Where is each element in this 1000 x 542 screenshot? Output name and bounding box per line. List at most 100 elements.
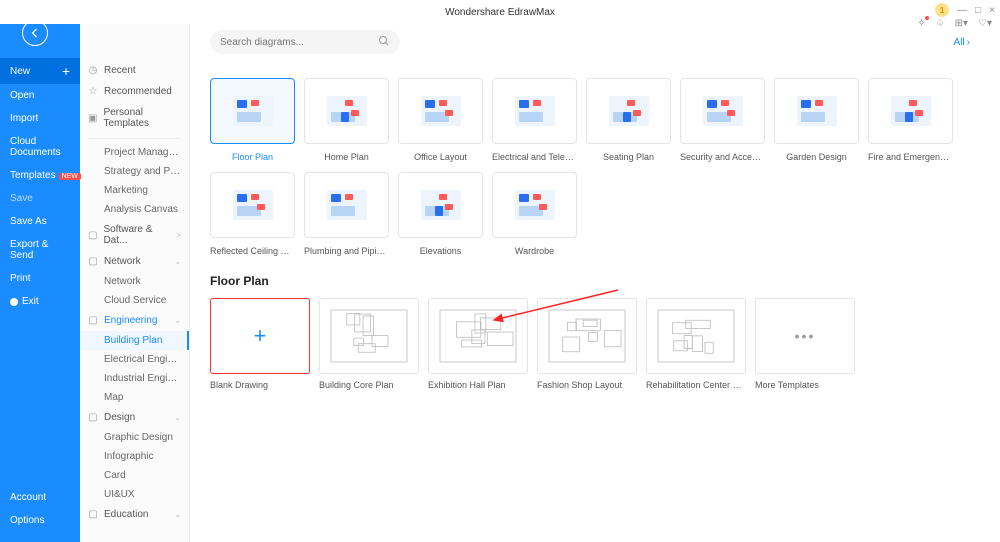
cat-sub-project-management[interactable]: Project Management	[80, 143, 189, 162]
header-secondary-controls: ✧ ♤ ⊞▾ ♡▾	[917, 18, 992, 29]
sidebar-item-label: Open	[10, 90, 34, 101]
sidebar-item-label: Import	[10, 113, 38, 124]
cart-icon[interactable]: ♡▾	[978, 18, 992, 29]
cat-group-network[interactable]: ▢Network⌄	[80, 251, 189, 272]
category-card[interactable]: Elevations	[398, 172, 483, 256]
template-card[interactable]: Exhibition Hall Plan	[428, 298, 528, 390]
template-thumbnail	[428, 298, 528, 374]
sidebar-item-cloud-documents[interactable]: Cloud Documents	[0, 130, 80, 164]
sidebar-item-save[interactable]: Save	[0, 187, 80, 210]
bell-icon[interactable]: ♤	[936, 18, 945, 29]
sidebar-item-open[interactable]: Open	[0, 84, 80, 107]
card-thumbnail	[210, 78, 295, 144]
card-label: Security and Access Pl...	[680, 152, 765, 162]
app-title: Wondershare EdrawMax	[445, 7, 555, 18]
cat-sub-graphic-design[interactable]: Graphic Design	[80, 428, 189, 447]
activity-icon[interactable]: ✧	[917, 18, 925, 29]
category-card[interactable]: Electrical and Telecom...	[492, 78, 577, 162]
search-input[interactable]	[220, 37, 378, 48]
category-card[interactable]: Home Plan	[304, 78, 389, 162]
cat-label: Software & Dat...	[103, 224, 170, 246]
title-bar: Wondershare EdrawMax 1 — □ × ✧ ♤ ⊞▾ ♡▾	[0, 0, 1000, 24]
cat-sub-card[interactable]: Card	[80, 466, 189, 485]
sidebar-item-label: Exit	[22, 296, 39, 307]
category-icon: ▢	[88, 316, 98, 326]
card-label: Electrical and Telecom...	[492, 152, 577, 162]
category-card[interactable]: Security and Access Pl...	[680, 78, 765, 162]
sidebar-item-new[interactable]: New +	[0, 58, 80, 84]
close-icon[interactable]: ×	[989, 5, 995, 16]
sidebar-item-label: Account	[10, 492, 46, 503]
search-icon[interactable]	[378, 35, 390, 50]
cat-group-design[interactable]: ▢Design⌄	[80, 407, 189, 428]
cat-sub-marketing[interactable]: Marketing	[80, 181, 189, 200]
category-card[interactable]: Seating Plan	[586, 78, 671, 162]
card-label: Wardrobe	[492, 246, 577, 256]
chevron-icon: ⌄	[174, 510, 181, 519]
section-title: Floor Plan	[210, 274, 980, 288]
cat-group-education[interactable]: ▢Education⌄	[80, 504, 189, 525]
sidebar-item-options[interactable]: Options	[0, 509, 80, 532]
sidebar-item-label: Save	[10, 193, 33, 204]
cat-sub-building-plan[interactable]: Building Plan	[80, 331, 189, 350]
cat-sub-network[interactable]: Network	[80, 272, 189, 291]
category-sidebar: ◷Recent ☆Recommended ▣Personal Templates…	[80, 0, 190, 542]
maximize-icon[interactable]: □	[975, 5, 981, 16]
folder-icon: ▣	[88, 113, 97, 123]
cat-sub-infographic[interactable]: Infographic	[80, 447, 189, 466]
search-box[interactable]	[210, 30, 400, 54]
sidebar-item-exit[interactable]: Exit	[0, 290, 80, 313]
template-card[interactable]: Building Core Plan	[319, 298, 419, 390]
category-card[interactable]: Plumbing and Piping ...	[304, 172, 389, 256]
template-card[interactable]: Fashion Shop Layout	[537, 298, 637, 390]
cat-sub-analysis-canvas[interactable]: Analysis Canvas	[80, 200, 189, 219]
sidebar-item-save-as[interactable]: Save As	[0, 210, 80, 233]
all-link[interactable]: All›	[954, 37, 970, 48]
card-thumbnail	[586, 78, 671, 144]
cat-sub-industrial-engineeri-[interactable]: Industrial Engineeri...	[80, 369, 189, 388]
card-label: Plumbing and Piping ...	[304, 246, 389, 256]
template-more[interactable]: •••More Templates	[755, 298, 855, 390]
cat-label: Recent	[104, 65, 136, 76]
template-card[interactable]: Rehabilitation Center Floor Pl...	[646, 298, 746, 390]
notification-badge[interactable]: 1	[935, 3, 949, 17]
sidebar-item-templates[interactable]: TemplatesNEW	[0, 164, 80, 187]
sidebar-item-import[interactable]: Import	[0, 107, 80, 130]
template-blank-drawing[interactable]: +Blank Drawing	[210, 298, 310, 390]
category-card[interactable]: Reflected Ceiling Plan	[210, 172, 295, 256]
category-card[interactable]: Fire and Emergency Pl...	[868, 78, 953, 162]
template-label: Fashion Shop Layout	[537, 380, 637, 390]
card-thumbnail	[680, 78, 765, 144]
cat-sub-electrical-engineering[interactable]: Electrical Engineering	[80, 350, 189, 369]
cat-sub-strategy-and-planni-[interactable]: Strategy and Planni...	[80, 162, 189, 181]
sidebar-item-label: Options	[10, 515, 44, 526]
apps-icon[interactable]: ⊞▾	[955, 18, 968, 29]
card-thumbnail	[210, 172, 295, 238]
cat-group-engineering[interactable]: ▢Engineering⌄	[80, 310, 189, 331]
cat-group-software-dat-[interactable]: ▢Software & Dat...>	[80, 219, 189, 251]
template-label: Rehabilitation Center Floor Pl...	[646, 380, 746, 390]
cat-personal-templates[interactable]: ▣Personal Templates	[80, 102, 189, 134]
category-card[interactable]: Office Layout	[398, 78, 483, 162]
card-thumbnail	[868, 78, 953, 144]
main-area: All› Floor Plan Home Plan Office Layout Ele…	[190, 0, 1000, 542]
card-label: Office Layout	[398, 152, 483, 162]
template-thumbnail	[646, 298, 746, 374]
sidebar-item-export-send[interactable]: Export & Send	[0, 233, 80, 267]
card-label: Home Plan	[304, 152, 389, 162]
template-label: Exhibition Hall Plan	[428, 380, 528, 390]
cat-sub-cloud-service[interactable]: Cloud Service	[80, 291, 189, 310]
chevron-icon: >	[176, 231, 181, 240]
cat-sub-map[interactable]: Map	[80, 388, 189, 407]
category-card[interactable]: Floor Plan	[210, 78, 295, 162]
category-card[interactable]: Garden Design	[774, 78, 859, 162]
category-card[interactable]: Wardrobe	[492, 172, 577, 256]
sidebar-item-print[interactable]: Print	[0, 267, 80, 290]
cat-recommended[interactable]: ☆Recommended	[80, 81, 189, 102]
minimize-icon[interactable]: —	[957, 5, 967, 16]
cat-sub-ui-ux[interactable]: UI&UX	[80, 485, 189, 504]
cat-label: Recommended	[104, 86, 172, 97]
cat-recent[interactable]: ◷Recent	[80, 60, 189, 81]
sidebar-item-account[interactable]: Account	[0, 486, 80, 509]
card-thumbnail	[398, 78, 483, 144]
